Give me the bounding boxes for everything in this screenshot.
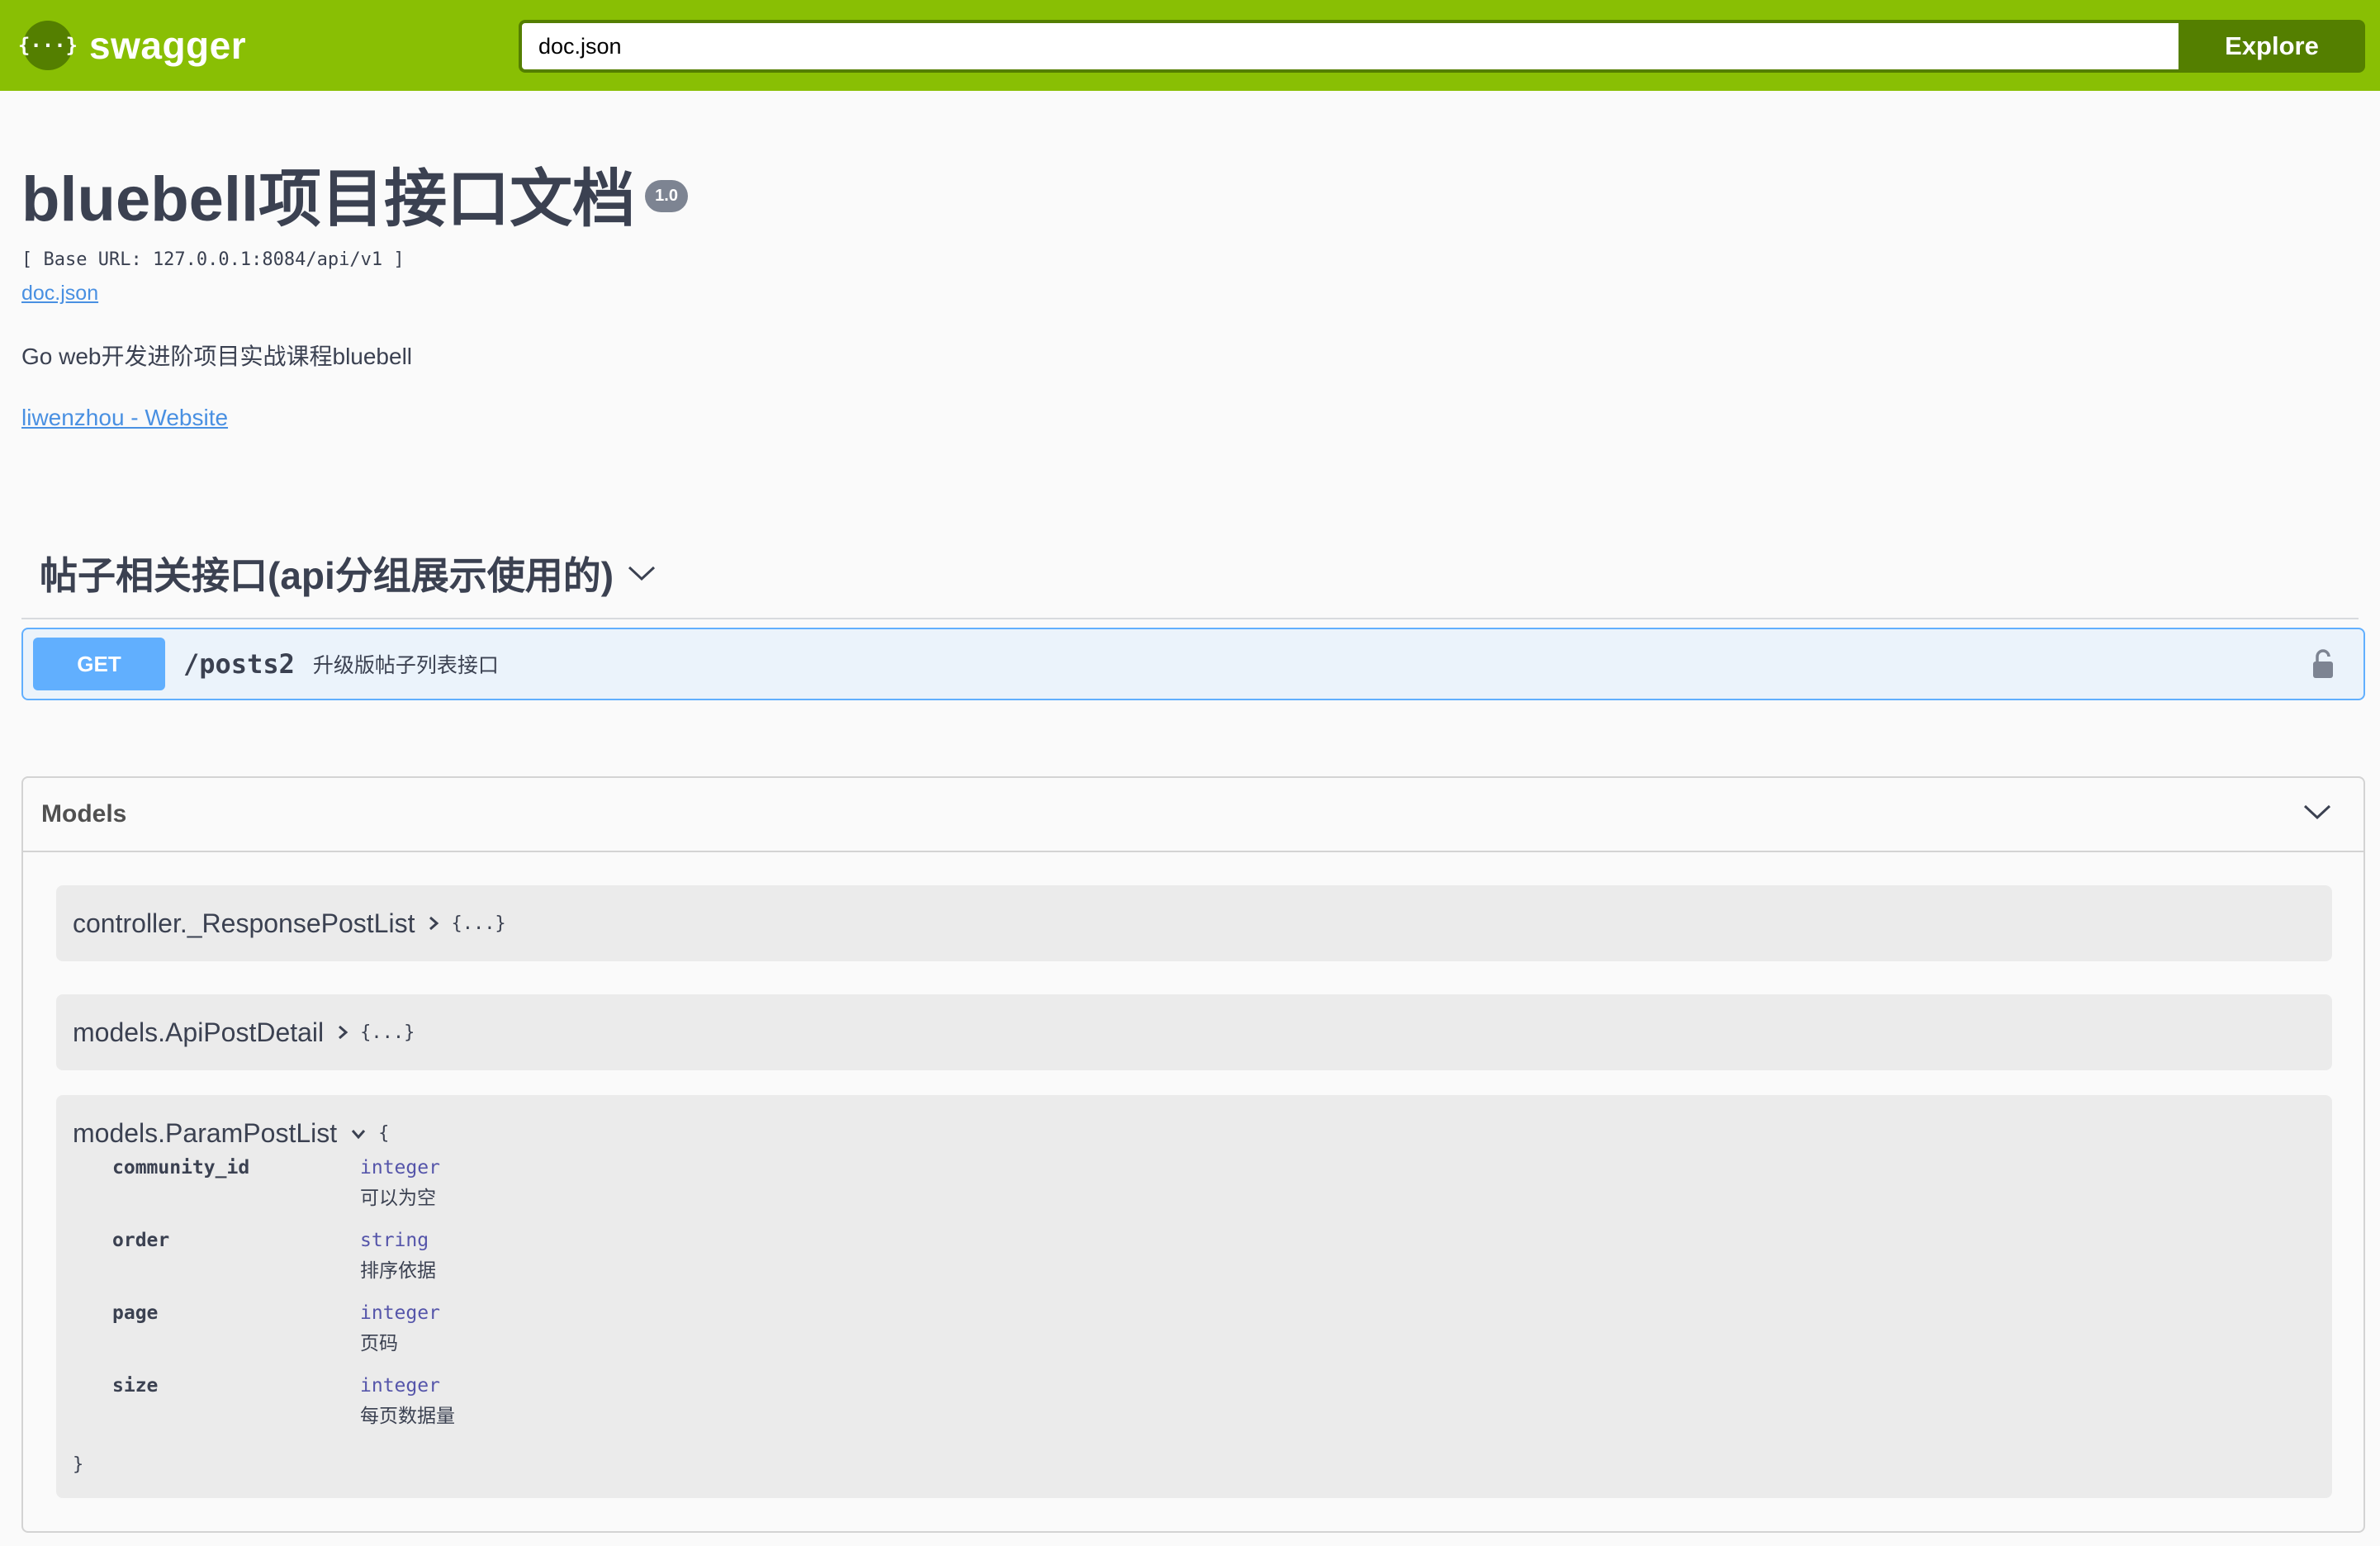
spec-url-input[interactable] xyxy=(519,20,2179,73)
brand-link[interactable]: {···} swagger xyxy=(18,18,247,73)
model-property-row: order string 排序依据 xyxy=(73,1230,2316,1302)
property-type: integer xyxy=(360,1375,440,1397)
model-name: models.ApiPostDetail xyxy=(73,1017,325,1047)
base-url: [ Base URL: 127.0.0.1:8084/api/v1 ] xyxy=(21,249,405,270)
brand-name: swagger xyxy=(89,24,247,67)
chevron-right-icon[interactable] xyxy=(337,1024,348,1041)
chevron-right-icon[interactable] xyxy=(428,915,439,932)
property-description: 可以为空 xyxy=(360,1187,436,1208)
chevron-down-icon[interactable] xyxy=(350,1128,367,1140)
tag-title: 帖子相关接口(api分组展示使用的) xyxy=(40,554,614,597)
lock-icon[interactable] xyxy=(2311,647,2335,685)
operation-get-posts2[interactable]: GET /posts2 升级版帖子列表接口 xyxy=(21,628,2365,700)
property-description: 每页数据量 xyxy=(360,1405,455,1426)
swagger-logo-icon: {···} xyxy=(18,21,78,70)
models-header[interactable]: Models xyxy=(23,778,2363,852)
model-open-brace: { xyxy=(378,1123,390,1144)
api-description: Go web开发进阶项目实战课程bluebell xyxy=(21,343,413,369)
property-type: integer xyxy=(360,1302,440,1324)
model-collapsed-brace: {...} xyxy=(360,1022,415,1043)
topbar: {···} swagger Explore xyxy=(0,0,2380,91)
property-type: integer xyxy=(360,1157,440,1178)
spec-link[interactable]: doc.json xyxy=(21,282,98,306)
property-description: 页码 xyxy=(360,1332,398,1354)
explore-form: Explore xyxy=(519,20,2365,73)
operation-summary: 升级版帖子列表接口 xyxy=(312,654,499,677)
model-property-row: community_id integer 可以为空 xyxy=(73,1157,2316,1230)
model-property-row: page integer 页码 xyxy=(73,1302,2316,1375)
model-collapsed-brace: {...} xyxy=(451,913,506,934)
model-name[interactable]: models.ParamPostList xyxy=(73,1118,337,1149)
model-name: controller._ResponsePostList xyxy=(73,908,415,938)
models-title: Models xyxy=(41,800,127,828)
property-name: order xyxy=(112,1230,170,1251)
models-section: Models controller._ResponsePostList {...… xyxy=(21,776,2365,1533)
model-api-post-detail[interactable]: models.ApiPostDetail {...} xyxy=(56,994,2332,1070)
property-name: page xyxy=(112,1302,159,1324)
operation-path: /posts2 xyxy=(183,648,295,680)
method-badge: GET xyxy=(33,638,165,690)
chevron-down-icon[interactable] xyxy=(627,564,657,582)
chevron-down-icon[interactable] xyxy=(2302,803,2332,825)
property-name: community_id xyxy=(112,1157,250,1178)
explore-button[interactable]: Explore xyxy=(2179,20,2365,73)
tag-section-header[interactable]: 帖子相关接口(api分组展示使用的) xyxy=(21,529,2359,619)
property-description: 排序依据 xyxy=(360,1259,436,1281)
model-param-post-list: models.ParamPostList { community_id inte… xyxy=(56,1095,2332,1498)
model-property-row: size integer 每页数据量 xyxy=(73,1375,2316,1448)
property-name: size xyxy=(112,1375,159,1397)
model-controller-response-post-list[interactable]: controller._ResponsePostList {...} xyxy=(56,885,2332,961)
model-close-brace: } xyxy=(73,1454,84,1475)
info-section: bluebell项目接口文档 1.0 [ Base URL: 127.0.0.1… xyxy=(21,165,2359,431)
property-type: string xyxy=(360,1230,429,1251)
page-title: bluebell项目接口文档 xyxy=(21,164,636,235)
version-badge: 1.0 xyxy=(645,180,688,212)
contact-website-link[interactable]: liwenzhou - Website xyxy=(21,405,228,431)
